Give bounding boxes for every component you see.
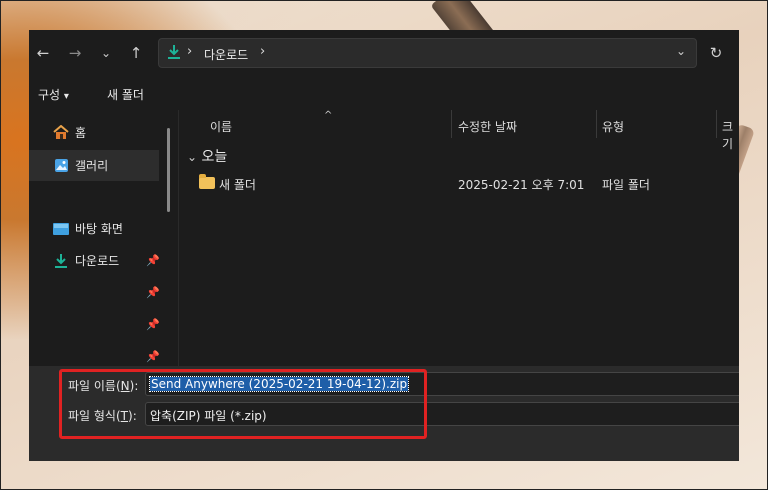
home-icon: [53, 125, 69, 141]
file-name: 새 폴더: [219, 178, 256, 192]
group-label: 오늘: [201, 149, 228, 165]
column-header-name[interactable]: 이름: [210, 118, 232, 135]
chevron-down-icon: ⌄: [187, 150, 198, 164]
organize-label: 구성: [38, 88, 61, 102]
refresh-icon[interactable]: ↻: [705, 42, 727, 64]
desktop-icon: [53, 221, 69, 237]
address-bar[interactable]: › 다운로드 › ⌄: [158, 38, 697, 68]
sidebar-item-desktop[interactable]: 바탕 화면: [29, 213, 159, 244]
navigation-pane: 홈 갤러리 바탕 화면 다운로드 📌 📌 📌 📌: [29, 110, 179, 395]
sidebar-item-label: 다운로드: [75, 254, 120, 268]
pin-icon[interactable]: 📌: [146, 318, 160, 331]
pin-icon[interactable]: 📌: [146, 286, 160, 299]
file-type: 파일 폴더: [602, 178, 650, 192]
column-header-type[interactable]: 유형: [602, 118, 624, 135]
breadcrumb-separator-end[interactable]: ›: [260, 44, 265, 59]
command-bar: 구성 ▾ 새 폴더: [29, 76, 739, 110]
new-folder-button[interactable]: 새 폴더: [107, 86, 144, 103]
column-header-modified[interactable]: 수정한 날짜: [458, 118, 517, 135]
recent-locations-icon[interactable]: ⌄: [95, 42, 117, 64]
sort-ascending-icon: ^: [324, 110, 333, 121]
up-arrow-icon[interactable]: ↑: [125, 42, 147, 64]
back-arrow-icon[interactable]: ←: [32, 42, 54, 64]
breadcrumb-downloads[interactable]: 다운로드: [204, 46, 248, 63]
column-divider[interactable]: [716, 110, 717, 138]
download-icon: [53, 253, 69, 269]
address-dropdown-icon[interactable]: ⌄: [676, 44, 686, 58]
column-header-size[interactable]: 크기: [722, 118, 739, 152]
column-divider[interactable]: [451, 110, 452, 138]
save-dialog: ← → ⌄ ↑ › 다운로드 › ⌄ ↻ 구성 ▾ 새 폴더 홈 갤러리 바탕 …: [29, 30, 739, 461]
file-modified: 2025-02-21 오후 7:01: [458, 178, 585, 192]
organize-dropdown-icon: ▾: [63, 91, 69, 102]
sidebar-item-downloads[interactable]: 다운로드: [29, 245, 159, 276]
table-row[interactable]: 새 폴더 2025-02-21 오후 7:01 파일 폴더: [179, 172, 739, 194]
group-header-today[interactable]: ⌄ 오늘: [187, 146, 227, 166]
pin-icon[interactable]: 📌: [146, 350, 160, 363]
sidebar-item-label: 갤러리: [75, 159, 109, 173]
navigation-bar: ← → ⌄ ↑ › 다운로드 › ⌄ ↻: [29, 30, 739, 76]
organize-button[interactable]: 구성 ▾: [38, 86, 69, 103]
download-icon: [167, 44, 181, 63]
file-list: ^ 이름 수정한 날짜 유형 크기 ⌄ 오늘 새 폴더 2025-02-21 오…: [179, 110, 739, 366]
highlight-box: [59, 369, 427, 439]
gallery-icon: [53, 158, 69, 174]
sidebar-item-gallery[interactable]: 갤러리: [29, 150, 159, 181]
sidebar-item-label: 바탕 화면: [75, 222, 123, 236]
column-divider[interactable]: [596, 110, 597, 138]
folder-icon: [199, 174, 215, 189]
sidebar-item-label: 홈: [75, 126, 87, 140]
pin-icon[interactable]: 📌: [146, 254, 160, 267]
forward-arrow-icon[interactable]: →: [64, 42, 86, 64]
sidebar-scrollbar[interactable]: [167, 128, 170, 212]
sidebar-item-home[interactable]: 홈: [29, 117, 159, 148]
breadcrumb-separator: ›: [187, 44, 193, 59]
